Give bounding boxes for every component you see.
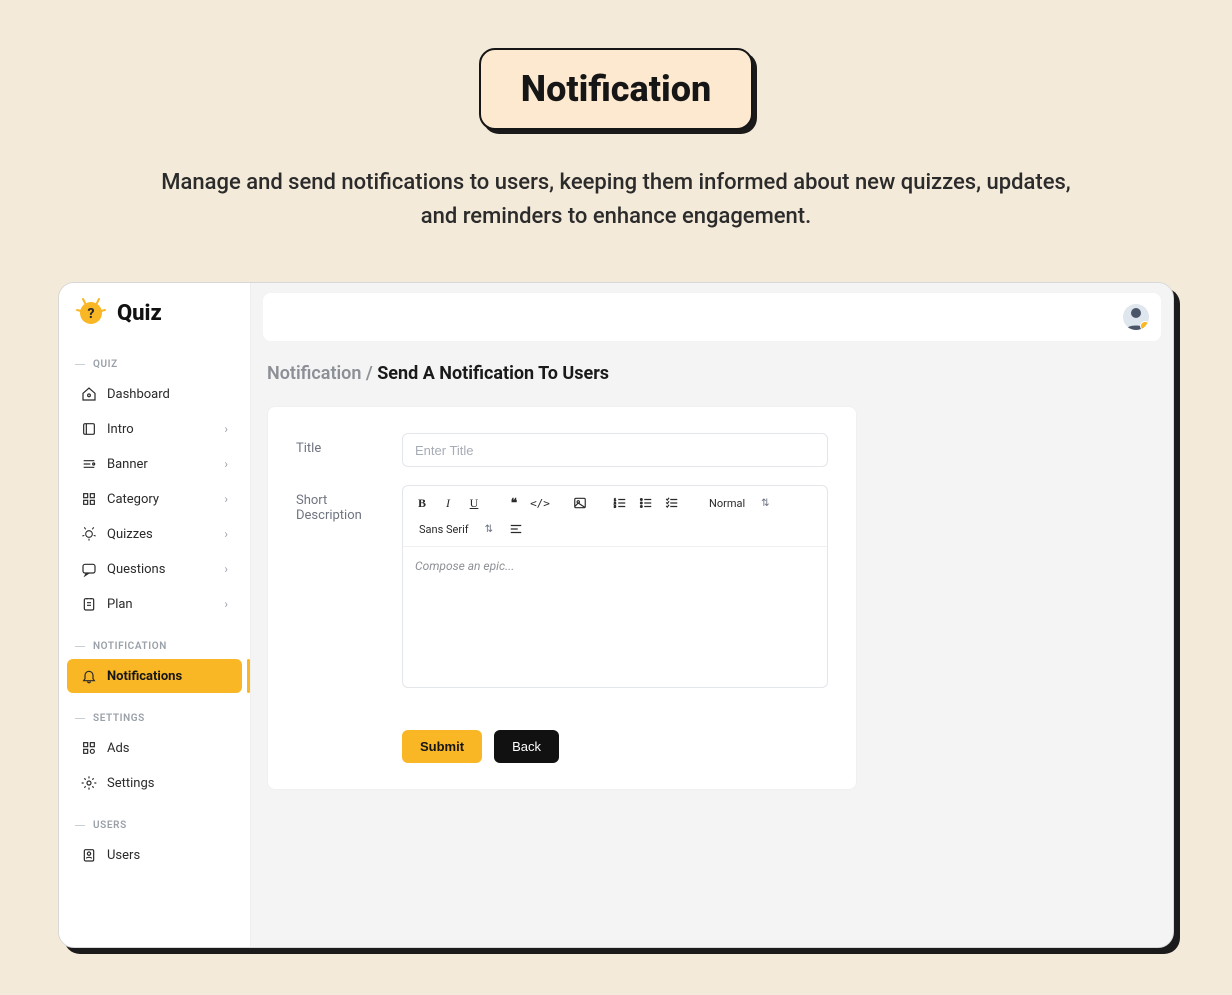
title-input[interactable] (402, 433, 828, 467)
checklist-button[interactable] (661, 492, 683, 514)
sidebar-item-label: Quizzes (107, 527, 153, 542)
sidebar-item-label: Notifications (107, 669, 182, 684)
sidebar-item-dashboard[interactable]: Dashboard (67, 377, 242, 411)
submit-button[interactable]: Submit (402, 730, 482, 763)
nav-section-quiz: QUIZ (59, 353, 250, 376)
image-button[interactable] (569, 492, 591, 514)
avatar[interactable] (1123, 304, 1149, 330)
breadcrumb: Notification / Send A Notification To Us… (267, 363, 1157, 384)
sidebar-item-label: Questions (107, 562, 165, 577)
user-icon (81, 847, 97, 863)
align-button[interactable] (505, 518, 527, 540)
breadcrumb-current: Send A Notification To Users (377, 363, 609, 384)
notification-form-card: Title Short Description B I U ❝ (267, 406, 857, 790)
sidebar-item-intro[interactable]: Intro › (67, 412, 242, 446)
sidebar-item-label: Ads (107, 741, 130, 756)
breadcrumb-parent[interactable]: Notification (267, 363, 361, 384)
sidebar-item-settings[interactable]: Settings (67, 766, 242, 800)
category-icon (81, 491, 97, 507)
sidebar-item-label: Dashboard (107, 387, 170, 402)
sidebar-item-label: Intro (107, 422, 134, 437)
chevron-right-icon: › (224, 492, 228, 506)
page-title-badge: Notification (479, 48, 754, 130)
brand-logo-icon: ? (75, 297, 107, 329)
gear-icon (81, 775, 97, 791)
sidebar-item-label: Banner (107, 457, 148, 472)
plan-icon (81, 596, 97, 612)
title-label: Title (296, 433, 386, 456)
ads-icon (81, 740, 97, 756)
chevron-right-icon: › (224, 562, 228, 576)
sidebar-item-category[interactable]: Category › (67, 482, 242, 516)
sidebar-item-banner[interactable]: Banner › (67, 447, 242, 481)
nav-section-settings: SETTINGS (59, 707, 250, 730)
topbar (263, 293, 1161, 341)
home-icon (81, 386, 97, 402)
back-button[interactable]: Back (494, 730, 559, 763)
app-window: ? Quiz QUIZ Dashboard Intro › Ba (58, 282, 1174, 948)
sidebar-item-quizzes[interactable]: Quizzes › (67, 517, 242, 551)
sidebar-item-plan[interactable]: Plan › (67, 587, 242, 621)
heading-select[interactable]: Normal⇅ (701, 493, 778, 514)
chevron-right-icon: › (224, 457, 228, 471)
sidebar-item-questions[interactable]: Questions › (67, 552, 242, 586)
sidebar-item-ads[interactable]: Ads (67, 731, 242, 765)
chevron-right-icon: › (224, 422, 228, 436)
chevron-right-icon: › (224, 527, 228, 541)
sidebar-item-label: Settings (107, 776, 154, 791)
intro-icon (81, 421, 97, 437)
description-label: Short Description (296, 485, 386, 523)
sidebar-item-users[interactable]: Users (67, 838, 242, 872)
bullet-list-button[interactable] (635, 492, 657, 514)
underline-button[interactable]: U (463, 492, 485, 514)
rich-text-editor: B I U ❝ </> 123 (402, 485, 828, 688)
brand-row: ? Quiz (59, 297, 250, 339)
quote-button[interactable]: ❝ (503, 492, 525, 514)
bold-button[interactable]: B (411, 492, 433, 514)
svg-text:?: ? (87, 306, 94, 322)
chevron-right-icon: › (224, 597, 228, 611)
ordered-list-button[interactable]: 123 (609, 492, 631, 514)
bell-icon (81, 668, 97, 684)
sidebar-item-notifications[interactable]: Notifications (67, 659, 242, 693)
sidebar-item-label: Users (107, 848, 140, 863)
brand-name: Quiz (117, 301, 162, 326)
page-description: Manage and send notifications to users, … (141, 166, 1091, 234)
italic-button[interactable]: I (437, 492, 459, 514)
question-icon (81, 561, 97, 577)
editor-textarea[interactable]: Compose an epic... (403, 547, 827, 687)
code-button[interactable]: </> (529, 492, 551, 514)
sidebar-item-label: Category (107, 492, 159, 507)
editor-toolbar: B I U ❝ </> 123 (403, 486, 827, 547)
quiz-icon (81, 526, 97, 542)
nav-section-notification: NOTIFICATION (59, 635, 250, 658)
sidebar-item-label: Plan (107, 597, 133, 612)
font-select[interactable]: Sans Serif⇅ (411, 519, 501, 540)
svg-text:3: 3 (614, 505, 616, 509)
banner-icon (81, 456, 97, 472)
nav-section-users: USERS (59, 814, 250, 837)
sidebar: ? Quiz QUIZ Dashboard Intro › Ba (59, 283, 251, 947)
